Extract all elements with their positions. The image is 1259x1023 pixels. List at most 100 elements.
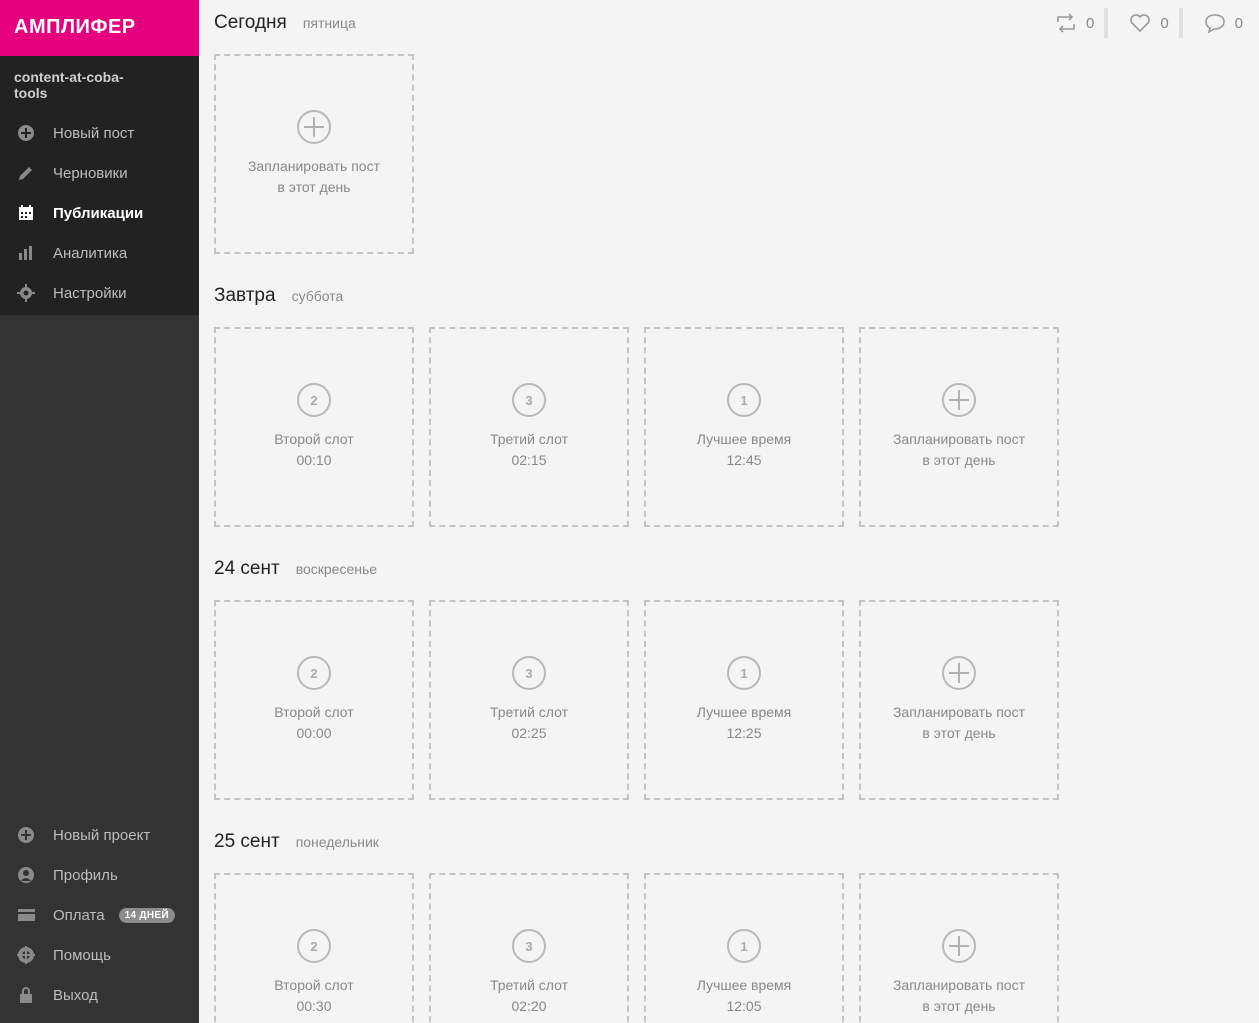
day-section-tomorrow: Завтра суббота 2 Второй слот 00:10 3 Тре… xyxy=(214,285,1074,527)
nav-item-new-project[interactable]: Новый проект xyxy=(0,815,199,855)
slot-time: 12:25 xyxy=(726,725,762,741)
project-name[interactable]: content-at-coba-tools xyxy=(0,56,160,113)
nav-item-label: Выход xyxy=(53,986,98,1004)
slot-number-badge: 1 xyxy=(727,929,761,963)
slot-number-badge: 3 xyxy=(512,656,546,690)
slot-number-badge: 2 xyxy=(297,929,331,963)
slot-name: Третий слот xyxy=(489,431,569,447)
day-weekday: воскресенье xyxy=(295,561,378,577)
time-slot[interactable]: 3 Третий слот 02:15 xyxy=(429,327,629,527)
plus-circle-icon xyxy=(942,656,976,690)
slot-number-badge: 3 xyxy=(512,929,546,963)
slot-sublabel: в этот день xyxy=(277,179,351,195)
time-slot[interactable]: 2 Второй слот 00:00 xyxy=(214,600,414,800)
slot-time: 00:30 xyxy=(296,998,332,1014)
slot-name: Лучшее время xyxy=(696,431,792,447)
lifebuoy-icon xyxy=(0,946,53,964)
nav-item-logout[interactable]: Выход xyxy=(0,975,199,1015)
comments-count: 0 xyxy=(1234,14,1243,32)
lock-icon xyxy=(0,986,53,1004)
slot-sublabel: в этот день xyxy=(922,998,996,1014)
user-icon xyxy=(0,866,53,884)
slot-time: 02:15 xyxy=(511,452,547,468)
reposts-stat[interactable]: 0 xyxy=(1034,8,1109,38)
nav-item-settings[interactable]: Настройки xyxy=(0,273,199,313)
slot-name: Третий слот xyxy=(489,704,569,720)
slot-time: 02:25 xyxy=(511,725,547,741)
secondary-nav: Новый проект Профиль Оплата 14 ДНЕЙ Помо… xyxy=(0,815,199,1015)
likes-stat[interactable]: 0 xyxy=(1108,8,1183,38)
slot-number-badge: 1 xyxy=(727,656,761,690)
nav-item-label: Помощь xyxy=(53,946,111,964)
time-slot[interactable]: 1 Лучшее время 12:05 xyxy=(644,873,844,1023)
reposts-count: 0 xyxy=(1085,14,1095,32)
slot-number-badge: 3 xyxy=(512,383,546,417)
slot-time: 00:10 xyxy=(296,452,332,468)
time-slot[interactable]: 1 Лучшее время 12:25 xyxy=(644,600,844,800)
trial-days-badge: 14 ДНЕЙ xyxy=(118,907,175,923)
slot-time: 12:05 xyxy=(726,998,762,1014)
day-weekday: суббота xyxy=(291,288,344,304)
day-weekday: понедельник xyxy=(295,834,379,850)
add-post-slot[interactable]: Запланировать пост в этот день xyxy=(214,54,414,254)
nav-item-billing[interactable]: Оплата 14 ДНЕЙ xyxy=(0,895,199,935)
nav-item-drafts[interactable]: Черновики xyxy=(0,153,199,193)
main-content: 0 0 0 Сегодня пятница Запланировать пост xyxy=(199,0,1259,1023)
slot-number-badge: 1 xyxy=(727,383,761,417)
time-slot[interactable]: 1 Лучшее время 12:45 xyxy=(644,327,844,527)
gear-icon xyxy=(0,284,53,302)
time-slot[interactable]: 3 Третий слот 02:25 xyxy=(429,600,629,800)
nav-item-label: Аналитика xyxy=(53,244,128,262)
slot-time: 02:20 xyxy=(511,998,547,1014)
stats-bar: 0 0 0 xyxy=(1034,8,1259,38)
likes-count: 0 xyxy=(1160,14,1169,32)
time-slot[interactable]: 3 Третий слот 02:20 xyxy=(429,873,629,1023)
comments-stat[interactable]: 0 xyxy=(1183,8,1259,38)
slot-time: 00:00 xyxy=(296,725,332,741)
slot-name: Лучшее время xyxy=(696,704,792,720)
time-slot[interactable]: 2 Второй слот 00:30 xyxy=(214,873,414,1023)
nav-item-new-post[interactable]: Новый пост xyxy=(0,113,199,153)
day-weekday: пятница xyxy=(302,15,356,31)
nav-item-label: Публикации xyxy=(53,204,144,222)
day-title: 25 сент xyxy=(214,831,280,852)
nav-item-label: Новый проект xyxy=(53,826,151,844)
nav-item-label: Настройки xyxy=(53,284,127,302)
slot-label: Запланировать пост xyxy=(247,158,381,174)
nav-item-label: Оплата xyxy=(53,906,105,924)
slot-label: Запланировать пост xyxy=(892,977,1026,993)
slot-name: Второй слот xyxy=(274,977,354,993)
slot-sublabel: в этот день xyxy=(922,452,996,468)
plus-circle-icon xyxy=(0,124,53,142)
calendar-icon xyxy=(0,204,53,222)
day-section-today: Сегодня пятница Запланировать пост в это… xyxy=(214,12,429,254)
slot-number-badge: 2 xyxy=(297,383,331,417)
slot-label: Запланировать пост xyxy=(892,704,1026,720)
credit-card-icon xyxy=(0,906,53,924)
nav-item-publications[interactable]: Публикации xyxy=(0,193,199,233)
slot-number-badge: 2 xyxy=(297,656,331,690)
time-slot[interactable]: 2 Второй слот 00:10 xyxy=(214,327,414,527)
nav-item-label: Новый пост xyxy=(53,124,135,142)
sidebar: АМПЛИФЕР content-at-coba-tools Новый пос… xyxy=(0,0,199,1023)
add-post-slot[interactable]: Запланировать пост в этот день xyxy=(859,600,1059,800)
day-section-sep-24: 24 сент воскресенье 2 Второй слот 00:00 … xyxy=(214,558,1074,800)
slot-name: Второй слот xyxy=(274,431,354,447)
day-section-sep-25: 25 сент понедельник 2 Второй слот 00:30 … xyxy=(214,831,1074,1023)
main-nav: content-at-coba-tools Новый пост Чернови… xyxy=(0,56,199,315)
heart-icon xyxy=(1130,14,1151,33)
nav-item-profile[interactable]: Профиль xyxy=(0,855,199,895)
comment-icon xyxy=(1204,14,1225,34)
add-post-slot[interactable]: Запланировать пост в этот день xyxy=(859,873,1059,1023)
bar-chart-icon xyxy=(0,244,53,262)
slot-name: Третий слот xyxy=(489,977,569,993)
plus-circle-icon xyxy=(297,110,331,144)
nav-item-help[interactable]: Помощь xyxy=(0,935,199,975)
brand-logo[interactable]: АМПЛИФЕР xyxy=(0,0,199,56)
add-post-slot[interactable]: Запланировать пост в этот день xyxy=(859,327,1059,527)
day-title: Завтра xyxy=(214,285,276,306)
nav-item-analytics[interactable]: Аналитика xyxy=(0,233,199,273)
slot-sublabel: в этот день xyxy=(922,725,996,741)
day-title: Сегодня xyxy=(214,12,287,33)
pencil-icon xyxy=(0,164,53,182)
